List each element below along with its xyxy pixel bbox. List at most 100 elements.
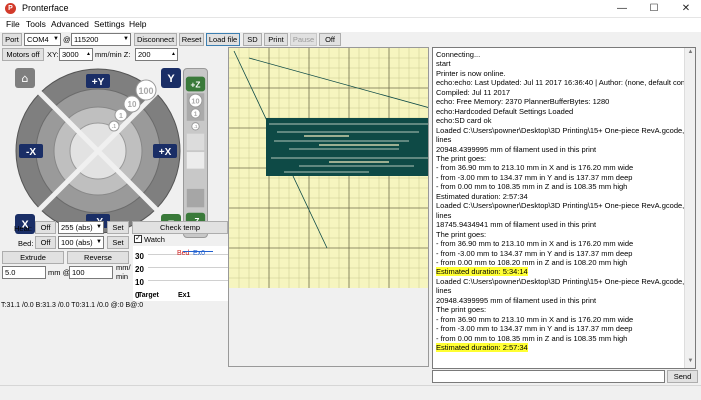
model-toolpath: [266, 118, 428, 176]
window-title: Pronterface: [22, 3, 69, 13]
graph-gridline: [148, 267, 228, 268]
spin-icon: ▲: [86, 51, 91, 57]
spin-icon: ▲: [171, 51, 176, 57]
z-feedrate-input[interactable]: 200 ▲: [135, 48, 178, 61]
extrude-speed-unit: mm/ min: [116, 263, 131, 281]
jog-minus-x-label: -X: [26, 147, 36, 158]
legend-ex1: Ex1: [178, 292, 191, 299]
console-line: Estimated duration: 5:34:14: [436, 267, 528, 277]
console-line: 20948.4399995 mm of filament used in thi…: [436, 295, 597, 305]
bed-label: Bed:: [18, 239, 34, 248]
jog-plus-y-label: +Y: [92, 77, 105, 88]
z-step-10-badge: 10: [191, 96, 199, 105]
console-line: start: [436, 59, 451, 69]
pause-button[interactable]: Pause: [290, 33, 317, 46]
status-bar: [0, 385, 701, 400]
home-icon: ⌂: [22, 72, 29, 85]
reset-button[interactable]: Reset: [179, 33, 204, 46]
jog-plus-z-label: +Z: [191, 81, 201, 90]
console-line: The print goes:: [436, 153, 487, 163]
xy-jog-control[interactable]: ⌂ Y X Z +Y -Y -X +X 100 10 1 .1: [13, 66, 183, 236]
motors-off-button[interactable]: Motors off: [2, 48, 44, 61]
minimize-icon[interactable]: —: [608, 1, 636, 16]
step-100-badge: 100: [138, 86, 153, 96]
bed-off-button[interactable]: Off: [35, 236, 56, 249]
load-file-button[interactable]: Load file: [206, 33, 240, 46]
console-line: Estimated duration: 2:57:34: [436, 191, 528, 201]
menu-tools[interactable]: Tools: [26, 19, 46, 29]
console-line: - from -3.00 mm to 134.37 mm in Y and is…: [436, 172, 633, 182]
heat-temp-select[interactable]: 255 (abs) ▼: [58, 221, 104, 234]
check-temp-button[interactable]: Check temp: [132, 221, 228, 234]
chevron-down-icon: ▼: [123, 36, 129, 42]
close-icon[interactable]: ✕: [672, 1, 700, 16]
extrude-length-value: 5.0: [5, 268, 16, 277]
port-select[interactable]: COM4 ▼: [24, 33, 61, 46]
maximize-icon[interactable]: ☐: [640, 1, 668, 16]
console-log[interactable]: Connecting... start Printer is now online.…: [432, 47, 696, 369]
bed-temp-select[interactable]: 100 (abs) ▼: [58, 236, 104, 249]
console-line: echo:Hardcoded Default Settings Loaded: [436, 106, 574, 116]
menu-advanced[interactable]: Advanced: [51, 19, 89, 29]
z-jog-control[interactable]: +Z 10 1 .1 -Z: [183, 68, 208, 238]
baud-select[interactable]: 115200 ▼: [71, 33, 131, 46]
home-y-label: Y: [167, 73, 175, 85]
extrude-speed-value: 100: [72, 268, 85, 277]
off-button[interactable]: Off: [319, 33, 341, 46]
temperature-graph: 30 20 10 0 Bed Ex0 Target Ex1: [133, 246, 228, 301]
port-value: COM4: [27, 35, 49, 44]
z-step-1-badge: 1: [194, 111, 198, 118]
menu-help[interactable]: Help: [129, 19, 146, 29]
console-line: lines: [436, 286, 452, 296]
scroll-up-icon[interactable]: ▲: [686, 49, 695, 58]
console-line: echo: Free Memory: 2370 PlannerBufferByt…: [436, 97, 610, 107]
port-button[interactable]: Port: [2, 33, 22, 46]
console-line: lines: [436, 210, 452, 220]
build-plate-view[interactable]: +: [228, 47, 429, 367]
chevron-down-icon: ▼: [53, 36, 59, 42]
step-10-badge: 10: [128, 100, 137, 109]
extrude-speed-input[interactable]: 100: [69, 266, 113, 279]
console-scrollbar[interactable]: ▲ ▼: [684, 48, 695, 368]
extrude-length-input[interactable]: 5.0: [2, 266, 46, 279]
xy-feedrate-input[interactable]: 3000 ▲: [59, 48, 93, 61]
send-button[interactable]: Send: [667, 370, 698, 383]
extrude-speed-unit-bottom: min: [116, 272, 129, 281]
z-feed-label: mm/min Z:: [95, 50, 131, 59]
heat-off-button[interactable]: Off: [35, 221, 56, 234]
console-line: - from 36.90 mm to 213.10 mm in X and is…: [436, 163, 634, 173]
sd-button[interactable]: SD: [243, 33, 262, 46]
extrude-button[interactable]: Extrude: [2, 251, 64, 264]
console-line: The print goes:: [436, 305, 487, 315]
console-line: echo:SD card ok: [436, 116, 492, 126]
chevron-down-icon: ▼: [96, 239, 102, 245]
disconnect-button[interactable]: Disconnect: [134, 33, 177, 46]
print-button[interactable]: Print: [264, 33, 288, 46]
console-line: Loaded C:\Users\powner\Desktop\3D Printi…: [436, 201, 696, 211]
heat-label: Heat:: [14, 224, 32, 233]
menu-file[interactable]: File: [6, 19, 20, 29]
build-plate-grid: [229, 48, 428, 366]
watch-label: Watch: [144, 235, 165, 244]
z-feedrate-value: 200: [138, 50, 151, 59]
watch-checkbox[interactable]: ✓: [134, 235, 142, 243]
menu-bar: File Tools Advanced Settings Help: [0, 18, 701, 32]
console-line: Connecting...: [436, 50, 481, 59]
console-line: 20948.4399995 mm of filament used in thi…: [436, 144, 597, 154]
z-step-01-badge: .1: [194, 124, 198, 129]
command-input[interactable]: [432, 370, 665, 383]
console-line: Loaded C:\Users\powner\Desktop\3D Printi…: [436, 276, 696, 286]
menu-settings[interactable]: Settings: [94, 19, 125, 29]
step-01-badge: .1: [112, 124, 116, 130]
heat-temp-value: 255 (abs): [61, 223, 93, 232]
console-line: - from 36.90 mm to 213.10 mm in X and is…: [436, 239, 634, 249]
step-1-badge: 1: [119, 113, 123, 120]
chevron-down-icon: ▼: [96, 224, 102, 230]
extrude-length-unit: mm @: [48, 268, 71, 277]
bed-set-button[interactable]: Set: [107, 236, 129, 249]
console-line: - from -3.00 mm to 134.37 mm in Y and is…: [436, 324, 633, 334]
graph-tick-30: 30: [135, 252, 144, 261]
console-lines: Connecting... start Printer is now online.…: [433, 48, 695, 355]
heat-set-button[interactable]: Set: [107, 221, 129, 234]
scroll-down-icon[interactable]: ▼: [686, 358, 695, 367]
